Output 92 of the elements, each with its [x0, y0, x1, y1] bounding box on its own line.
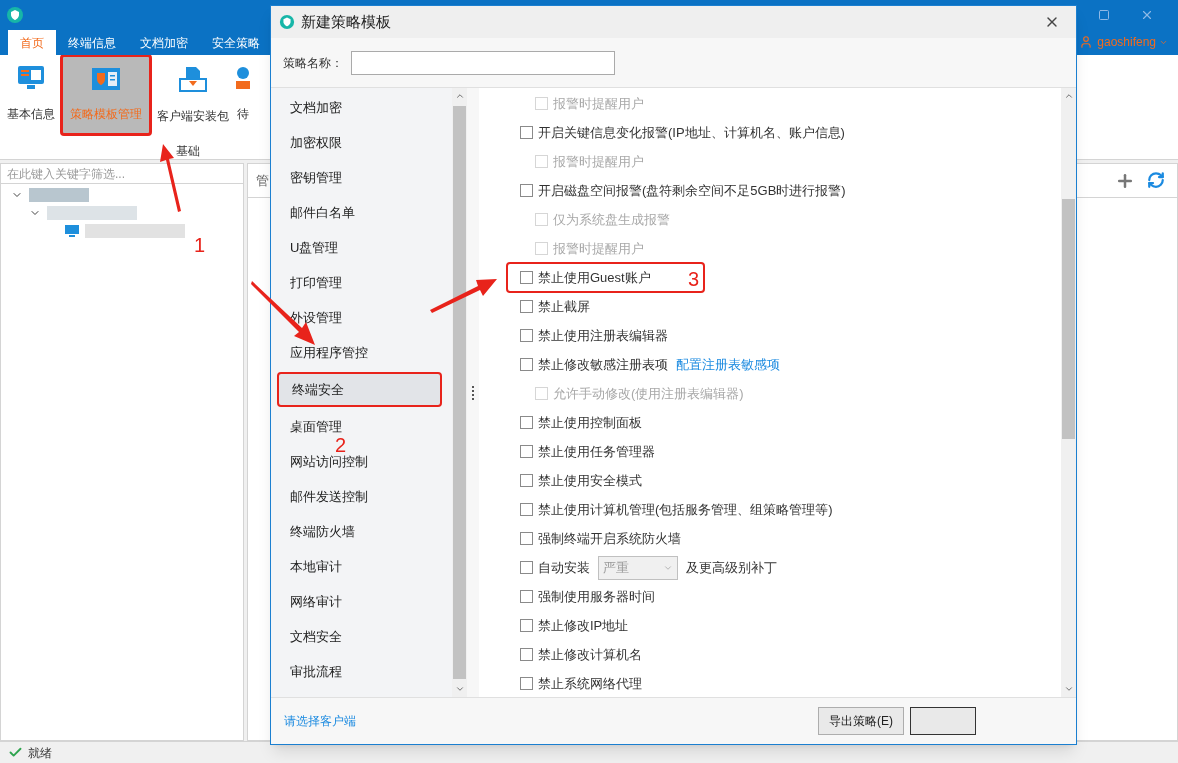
option-label: 开启关键信息变化报警(IP地址、计算机名、账户信息)	[538, 123, 845, 142]
checkbox[interactable]	[520, 590, 533, 603]
maximize-icon[interactable]	[1098, 9, 1110, 21]
option-suffix: 及更高级别补丁	[686, 558, 777, 577]
checkbox[interactable]	[520, 271, 533, 284]
check-icon	[8, 745, 23, 760]
option-label: 报警时提醒用户	[553, 239, 644, 258]
checkbox[interactable]	[520, 503, 533, 516]
nav-item[interactable]: 打印管理	[277, 265, 447, 300]
scrollbar[interactable]	[452, 88, 467, 697]
option-label: 强制使用服务器时间	[538, 587, 655, 606]
dialog-logo-icon	[279, 14, 295, 30]
select-client-link[interactable]: 请选择客户端	[284, 712, 356, 730]
option-label: 强制终端开启系统防火墙	[538, 529, 681, 548]
panel-header: 管	[256, 171, 269, 190]
monitor-icon	[17, 65, 45, 91]
checkbox[interactable]	[520, 445, 533, 458]
checkbox[interactable]	[520, 619, 533, 632]
nav-item[interactable]: 加密权限	[277, 125, 447, 160]
nav-item[interactable]: 文档加密	[277, 90, 447, 125]
option-label: 禁止使用控制面板	[538, 413, 642, 432]
nav-item[interactable]: 终端防火墙	[277, 514, 447, 549]
scroll-up-icon[interactable]	[454, 91, 465, 101]
user-icon	[1079, 35, 1094, 49]
scroll-down-icon[interactable]	[1063, 684, 1074, 694]
scrollbar[interactable]	[1061, 88, 1076, 697]
option-label: 禁止使用注册表编辑器	[538, 326, 668, 345]
option-label: 禁止使用Guest账户	[538, 268, 651, 287]
option-label: 开启磁盘空间报警(盘符剩余空间不足5GB时进行报警)	[538, 181, 846, 200]
option-label: 禁止截屏	[538, 297, 590, 316]
ribbon-button[interactable]: 基本信息	[5, 55, 57, 137]
splitter-handle[interactable]	[472, 385, 474, 400]
checkbox[interactable]	[520, 677, 533, 690]
ribbon-group-label: 基础	[176, 143, 200, 160]
nav-item[interactable]: 密钥管理	[277, 160, 447, 195]
nav-item[interactable]: 终端安全	[277, 372, 442, 407]
checkbox[interactable]	[520, 300, 533, 313]
annotation-number: 1	[194, 233, 206, 258]
checkbox[interactable]	[520, 648, 533, 661]
policy-name-field[interactable]	[351, 50, 615, 75]
nav-item[interactable]: 审批流程	[277, 654, 447, 689]
ribbon-button[interactable]: 客户端安装包	[155, 55, 231, 137]
ribbon-button[interactable]: 待	[234, 55, 252, 137]
refresh-icon[interactable]	[1147, 170, 1165, 189]
checkbox[interactable]	[520, 184, 533, 197]
option-label: 自动安装	[538, 558, 590, 577]
blurred-content	[29, 188, 89, 202]
option-label: 报警时提醒用户	[553, 94, 644, 113]
dialog-button[interactable]	[910, 707, 976, 735]
scroll-down-icon[interactable]	[454, 684, 465, 694]
menu-tab[interactable]: 终端信息	[56, 30, 128, 55]
configure-link[interactable]: 配置注册表敏感项	[676, 354, 780, 375]
status-text: 就绪	[28, 744, 52, 762]
annotation-arrow	[430, 276, 500, 316]
option-label: 禁止修改计算机名	[538, 645, 642, 664]
option-label: 禁止系统网络代理	[538, 674, 642, 693]
menu-tab[interactable]: 文档加密	[128, 30, 200, 55]
option-label: 允许手动修改(使用注册表编辑器)	[553, 384, 744, 403]
package-tray-icon	[178, 65, 208, 93]
checkbox[interactable]	[520, 561, 533, 574]
option-label: 禁止使用计算机管理(包括服务管理、组策略管理等)	[538, 500, 833, 519]
option-label: 报警时提醒用户	[553, 152, 644, 171]
checkbox[interactable]	[520, 474, 533, 487]
menu-tab[interactable]: 安全策略	[200, 30, 272, 55]
option-label: 禁止修改敏感注册表项	[538, 355, 668, 374]
option-label: 禁止修改IP地址	[538, 616, 629, 635]
app-logo-icon	[6, 6, 24, 24]
nav-item[interactable]: U盘管理	[277, 230, 447, 265]
dialog-title: 新建策略模板	[301, 11, 391, 32]
option-label: 仅为系统盘生成报警	[553, 210, 670, 229]
nav-item[interactable]: 文档安全	[277, 619, 447, 654]
filter-field[interactable]: 在此键入关键字筛选...	[1, 164, 243, 184]
option-label: 禁止使用任务管理器	[538, 442, 655, 461]
checkbox[interactable]	[520, 126, 533, 139]
checkbox[interactable]	[520, 532, 533, 545]
person-icon	[236, 65, 250, 91]
nav-item[interactable]: 本地审计	[277, 549, 447, 584]
nav-item[interactable]: 邮件发送控制	[277, 479, 447, 514]
nav-item[interactable]: 网络审计	[277, 584, 447, 619]
shield-document-icon	[91, 67, 121, 91]
nav-item[interactable]: 应用程序管控	[277, 335, 447, 370]
option-label: 禁止使用安全模式	[538, 471, 642, 490]
field-label: 策略名称：	[283, 54, 343, 72]
export-button[interactable]: 导出策略(E)	[818, 707, 904, 735]
nav-item[interactable]: 邮件白名单	[277, 195, 447, 230]
annotation-number: 2	[335, 433, 347, 456]
computer-icon	[65, 225, 79, 237]
scroll-up-icon[interactable]	[1063, 91, 1074, 101]
checkbox[interactable]	[520, 416, 533, 429]
checkbox[interactable]	[520, 358, 533, 371]
checkbox[interactable]	[520, 329, 533, 342]
annotation-number: 3	[688, 267, 700, 292]
